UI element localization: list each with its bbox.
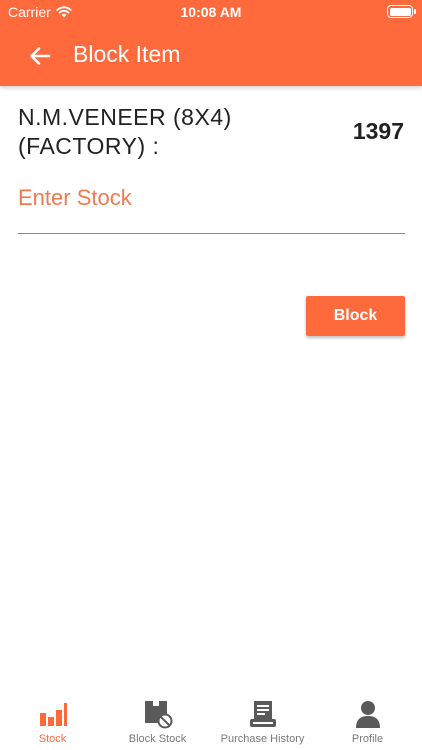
status-bar: Carrier 10:08 AM	[0, 0, 422, 24]
app-bar: Block Item	[0, 30, 422, 80]
item-name: N.M.VENEER (8X4) (FACTORY) :	[18, 104, 232, 159]
tab-block-stock-label: Block Stock	[128, 733, 187, 745]
stock-input[interactable]	[18, 178, 405, 234]
status-time: 10:08 AM	[180, 4, 242, 20]
arrow-left-icon	[30, 47, 51, 65]
tab-profile[interactable]: Profile	[315, 690, 420, 750]
tab-stock[interactable]: Stock	[0, 690, 105, 750]
tab-purchase-history-label: Purchase History	[220, 733, 305, 745]
receipt-icon	[248, 699, 278, 729]
back-button[interactable]	[26, 42, 54, 70]
item-stock-count: 1397	[352, 118, 404, 144]
bottom-tab-bar: Stock Block Stock Purchase History Profi…	[0, 690, 422, 750]
tab-profile-label: Profile	[351, 733, 384, 745]
block-button[interactable]: Block	[306, 296, 405, 336]
blocked-box-icon	[143, 699, 173, 729]
person-icon	[353, 699, 383, 729]
tab-purchase-history[interactable]: Purchase History	[210, 690, 315, 750]
bar-chart-icon	[38, 699, 68, 729]
tab-stock-label: Stock	[38, 733, 67, 745]
app-header: Carrier 10:08 AM Block Item	[0, 0, 422, 86]
page-title: Block Item	[73, 41, 181, 67]
tab-block-stock[interactable]: Block Stock	[105, 690, 210, 750]
battery-icon	[387, 5, 416, 18]
